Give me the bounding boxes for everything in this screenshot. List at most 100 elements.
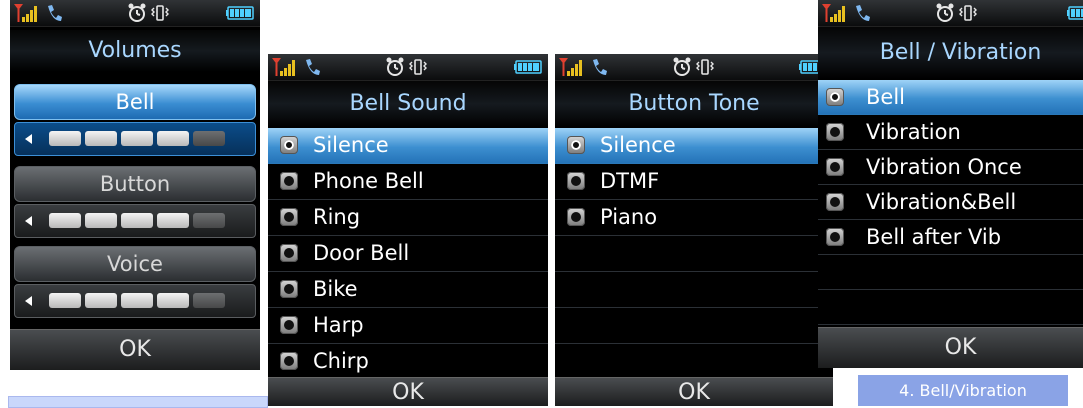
empty-row (555, 308, 833, 344)
alarm-icon (128, 3, 146, 22)
screen-title: Bell Sound (268, 81, 548, 127)
arrow-left-icon (25, 134, 32, 144)
volume-segment (121, 293, 153, 308)
screen-caption: 4. Bell/Vibration (858, 375, 1068, 406)
list-item-label: Harp (313, 313, 364, 337)
ok-softkey[interactable]: OK (818, 327, 1083, 368)
list-item[interactable]: Vibration (818, 115, 1083, 150)
bell-vibration-screen: Bell / Vibration Bell Vibration Vibratio… (818, 0, 1083, 368)
volume-segment (49, 293, 81, 308)
list-item[interactable]: Silence (555, 128, 833, 164)
volume-segment (85, 131, 117, 146)
status-bar (268, 54, 548, 81)
volume-segment (157, 213, 189, 228)
ok-softkey[interactable]: OK (268, 377, 548, 406)
empty-row (555, 272, 833, 308)
phone-icon (856, 5, 870, 21)
volume-segment (85, 293, 117, 308)
list-item[interactable]: Harp (268, 308, 548, 344)
vibrate-icon (409, 59, 427, 75)
list-item[interactable]: Door Bell (268, 236, 548, 272)
signal-icon (822, 4, 845, 22)
phone-icon (306, 59, 320, 75)
status-bar (10, 0, 260, 27)
list-item-label: Silence (313, 133, 389, 157)
ok-softkey[interactable]: OK (555, 377, 833, 406)
radio-icon (280, 172, 298, 190)
radio-selected-icon (280, 136, 298, 154)
radio-icon (826, 158, 844, 176)
list-item[interactable]: Bell after Vib (818, 220, 1083, 255)
ok-softkey[interactable]: OK (10, 329, 260, 370)
empty-row (555, 236, 833, 272)
radio-icon (280, 280, 298, 298)
volume-segment (157, 131, 189, 146)
vibrate-icon (959, 5, 977, 21)
volume-bell-slider[interactable] (14, 122, 256, 156)
empty-row (818, 290, 1083, 325)
arrow-left-icon (25, 216, 32, 226)
alarm-icon (936, 3, 954, 22)
list-item[interactable]: Bike (268, 272, 548, 308)
signal-icon (14, 4, 37, 22)
empty-row (555, 344, 833, 380)
volume-button-slider[interactable] (14, 204, 256, 238)
radio-icon (826, 193, 844, 211)
volume-voice-slider[interactable] (14, 284, 256, 318)
volume-segment (193, 213, 225, 228)
list-item[interactable]: DTMF (555, 164, 833, 200)
signal-icon (559, 58, 582, 76)
list-item[interactable]: Chirp (268, 344, 548, 380)
button-tone-screen: Button Tone Silence DTMF Piano OK (555, 54, 833, 406)
status-bar (555, 54, 833, 81)
volume-bell-header[interactable]: Bell (14, 84, 256, 120)
list-item[interactable]: Bell (818, 80, 1083, 115)
volume-segment (85, 213, 117, 228)
alarm-icon (673, 57, 691, 76)
list-item[interactable]: Vibration&Bell (818, 185, 1083, 220)
vibrate-icon (696, 59, 714, 75)
list-item[interactable]: Piano (555, 200, 833, 236)
list-item[interactable]: Phone Bell (268, 164, 548, 200)
list-item-label: Silence (600, 133, 676, 157)
arrow-left-icon (25, 296, 32, 306)
radio-selected-icon (567, 136, 585, 154)
list-item-label: Bell after Vib (866, 225, 1002, 249)
volume-segment (49, 213, 81, 228)
radio-icon (280, 352, 298, 370)
radio-selected-icon (826, 88, 844, 106)
bell-sound-screen: Bell Sound Silence Phone Bell Ring Door … (268, 54, 548, 406)
radio-icon (567, 172, 585, 190)
volume-voice-header[interactable]: Voice (14, 246, 256, 282)
volume-button-header[interactable]: Button (14, 166, 256, 202)
volume-segment (49, 131, 81, 146)
list-item-label: Chirp (313, 349, 369, 373)
alarm-icon (386, 57, 404, 76)
radio-icon (567, 208, 585, 226)
list-item-label: Bike (313, 277, 358, 301)
empty-row (818, 255, 1083, 290)
list-item-label: Piano (600, 205, 658, 229)
vibrate-icon (151, 5, 169, 21)
battery-icon (514, 60, 542, 74)
screen-title: Bell / Vibration (818, 27, 1083, 79)
list-item-label: Ring (313, 205, 361, 229)
signal-icon (272, 58, 295, 76)
volume-segment (193, 131, 225, 146)
caption-bar (8, 396, 268, 408)
radio-icon (280, 208, 298, 226)
list-item-label: Phone Bell (313, 169, 424, 193)
volume-segment (193, 293, 225, 308)
phone-icon (593, 59, 607, 75)
list-item-label: Door Bell (313, 241, 410, 265)
list-item-label: Vibration Once (866, 155, 1022, 179)
list-item[interactable]: Silence (268, 128, 548, 164)
list-item[interactable]: Vibration Once (818, 150, 1083, 185)
volume-segment (121, 131, 153, 146)
radio-icon (826, 228, 844, 246)
list-item-label: DTMF (600, 169, 660, 193)
battery-icon (226, 6, 254, 20)
volume-segment (121, 213, 153, 228)
volume-segment (157, 293, 189, 308)
list-item[interactable]: Ring (268, 200, 548, 236)
